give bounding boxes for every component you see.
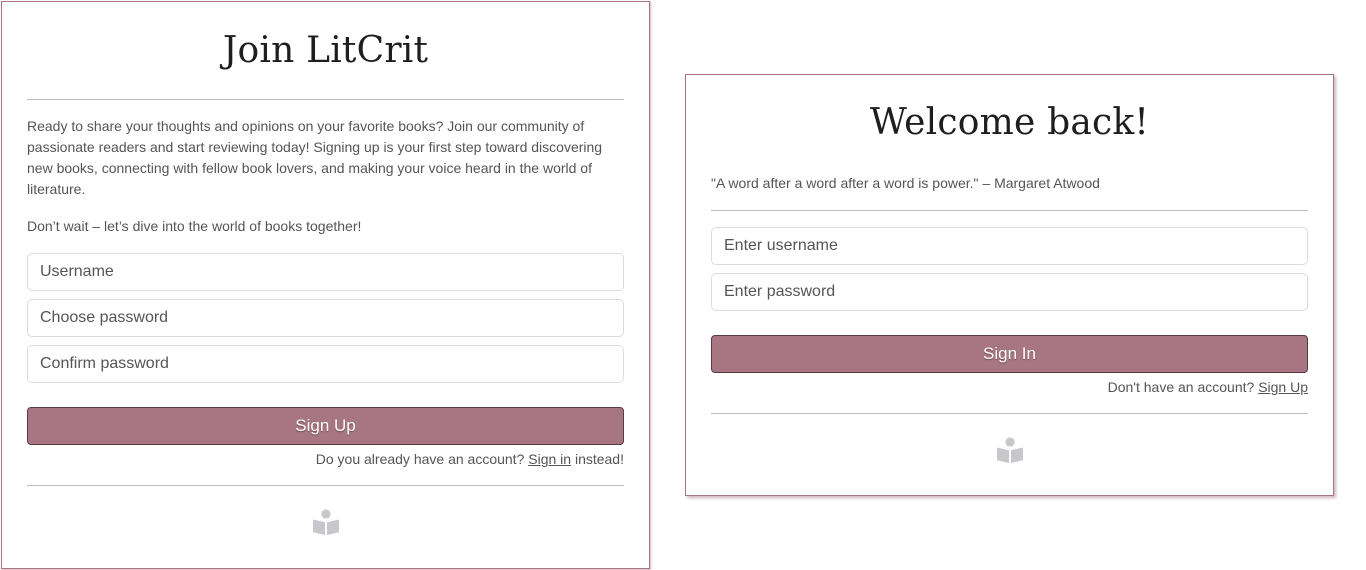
signin-card-body: Welcome back! "A word after a word after… <box>711 75 1308 464</box>
signup-password-input[interactable] <box>27 299 624 337</box>
signin-quote: "A word after a word after a word is pow… <box>711 175 1100 191</box>
signin-prompt-text: Do you already have an account? <box>315 451 529 467</box>
signup-prompt: Don't have an account? Sign Up <box>711 379 1308 395</box>
reader-book-icon <box>312 509 339 535</box>
signin-prompt: Do you already have an account? Sign in … <box>27 451 624 467</box>
signup-top-divider <box>27 99 624 100</box>
signup-prompt-text: Don't have an account? <box>1107 379 1259 395</box>
signin-username-input[interactable] <box>711 227 1308 265</box>
signin-card: Welcome back! "A word after a word after… <box>685 74 1334 496</box>
signup-button[interactable]: Sign Up <box>27 407 624 445</box>
signin-footer <box>711 414 1308 464</box>
signup-footer <box>27 486 624 536</box>
reader-book-icon <box>996 437 1023 463</box>
signup-title: Join LitCrit <box>222 30 429 71</box>
signin-button[interactable]: Sign In <box>711 335 1308 373</box>
signup-intro-text: Ready to share your thoughts and opinion… <box>27 118 603 197</box>
signup-cta-text: Don’t wait – let’s dive into the world o… <box>27 218 362 234</box>
signup-link[interactable]: Sign Up <box>1258 379 1308 395</box>
signup-card: Join LitCrit Ready to share your thought… <box>1 1 650 569</box>
signup-username-input[interactable] <box>27 253 624 291</box>
signup-card-body: Join LitCrit Ready to share your thought… <box>27 2 624 536</box>
signin-link[interactable]: Sign in <box>528 451 571 467</box>
signin-title: Welcome back! <box>869 102 1150 143</box>
signup-confirm-password-input[interactable] <box>27 345 624 383</box>
signin-top-divider <box>711 210 1308 211</box>
signin-password-input[interactable] <box>711 273 1308 311</box>
signin-prompt-suffix: instead! <box>571 451 624 467</box>
